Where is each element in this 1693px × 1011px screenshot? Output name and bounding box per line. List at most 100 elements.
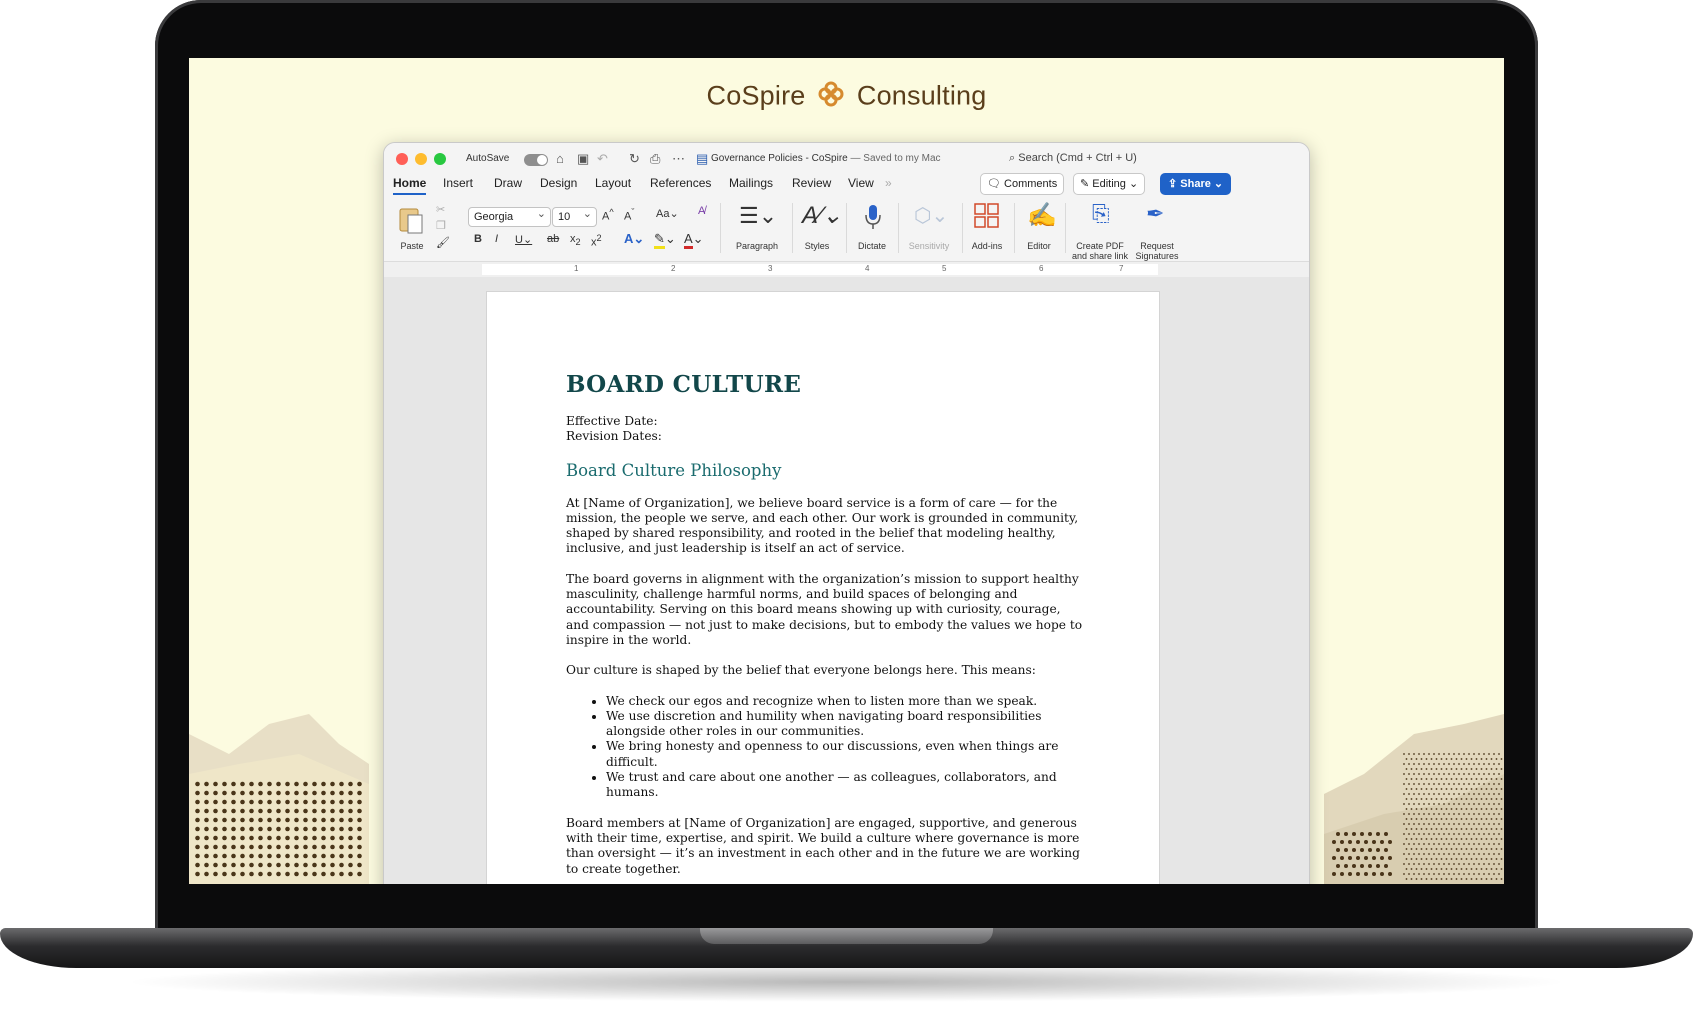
sensitivity-icon[interactable]: ⬡⌄ <box>914 203 948 228</box>
font-color-icon[interactable]: A⌄ <box>684 231 704 249</box>
format-painter-icon[interactable]: 🖌 <box>436 236 450 249</box>
comments-button[interactable]: 🗨 Comments <box>980 173 1065 195</box>
list-item: We trust and care about one another — as… <box>606 770 1086 801</box>
document-icon: ▤ <box>696 151 709 166</box>
laptop-shadow <box>120 962 1573 1002</box>
tab-references[interactable]: References <box>650 176 711 190</box>
more-icon[interactable]: ⋯ <box>672 151 685 167</box>
ribbon-separator <box>1065 203 1066 253</box>
paragraph-4: Board members at [Name of Organization] … <box>566 815 1080 876</box>
ribbon-separator <box>846 203 847 253</box>
font-name-select[interactable]: Georgia <box>468 205 551 227</box>
tab-mailings[interactable]: Mailings <box>729 176 773 190</box>
list-item: We bring honesty and openness to our dis… <box>606 739 1086 770</box>
autosave-label: AutoSave <box>466 153 510 164</box>
tab-review[interactable]: Review <box>792 176 831 190</box>
minimize-window-button[interactable] <box>415 153 427 165</box>
brand-header: CoSpire Consulting <box>189 80 1504 115</box>
ribbon-tabs: Home Insert Draw Design Layout Reference… <box>384 173 1309 199</box>
laptop-screen: CoSpire Consulting AutoSave ⌂ ▣ ↶ ↻ ⎙ ⋯ … <box>189 58 1504 884</box>
comment-icon: 🗨 <box>987 178 1001 190</box>
editor-icon[interactable]: ✍ <box>1027 201 1057 230</box>
document-title[interactable]: Governance Policies - CoSpire — Saved to… <box>711 153 941 164</box>
decoration-left <box>189 714 369 884</box>
share-button[interactable]: ⇪ Share ⌄ <box>1160 173 1232 195</box>
saved-status: — Saved to my Mac <box>850 153 941 164</box>
effective-date-line: Effective Date: <box>566 414 658 428</box>
change-case-icon[interactable]: Aa⌄ <box>656 207 679 220</box>
tab-home[interactable]: Home <box>393 176 427 195</box>
save-icon[interactable]: ▣ <box>577 151 589 167</box>
styles-icon[interactable]: A⁄⌄ <box>802 201 842 230</box>
bold-button[interactable]: B <box>474 233 482 245</box>
autosave-toggle[interactable] <box>524 154 548 166</box>
signature-icon[interactable]: ✒ <box>1146 201 1164 227</box>
ruler-number: 6 <box>1039 264 1044 273</box>
paste-icon[interactable] <box>396 205 426 235</box>
zoom-window-button[interactable] <box>434 153 446 165</box>
share-icon: ⇪ <box>1168 178 1178 190</box>
styles-label: Styles <box>804 241 830 251</box>
superscript-button[interactable]: x2 <box>591 233 602 249</box>
search-placeholder: Search (Cmd + Ctrl + U) <box>1018 152 1137 164</box>
paragraph-2: The board governs in alignment with the … <box>566 571 1083 647</box>
font-size-select[interactable]: 10 <box>552 205 597 227</box>
editing-button[interactable]: ✎ Editing ⌄ <box>1073 173 1146 195</box>
close-window-button[interactable] <box>396 153 408 165</box>
cut-icon[interactable]: ✂ <box>436 203 445 216</box>
grow-font-icon[interactable]: A^ <box>602 207 614 223</box>
brand-name-left: CoSpire <box>706 80 806 111</box>
home-icon[interactable]: ⌂ <box>556 151 564 166</box>
redo-icon[interactable]: ↻ <box>629 151 640 167</box>
tab-view[interactable]: View <box>848 176 874 190</box>
tab-draw[interactable]: Draw <box>494 176 522 190</box>
subscript-button[interactable]: x2 <box>570 233 581 247</box>
pencil-icon: ✎ <box>1080 178 1090 190</box>
ruler-number: 5 <box>942 264 947 273</box>
highlight-icon[interactable]: ✎⌄ <box>654 231 676 249</box>
document-page[interactable]: BOARD CULTURE Effective Date: Revision D… <box>486 291 1160 884</box>
create-pdf-icon[interactable]: ⎘ <box>1092 201 1110 227</box>
document-heading: BOARD CULTURE <box>566 371 802 398</box>
search-box[interactable]: ⌕ Search (Cmd + Ctrl + U) <box>1009 152 1137 165</box>
text-effects-icon[interactable]: A⌄ <box>624 231 644 247</box>
document-area[interactable]: BOARD CULTURE Effective Date: Revision D… <box>384 277 1309 884</box>
microphone-icon[interactable] <box>863 203 883 231</box>
shrink-font-icon[interactable]: Aˇ <box>624 207 634 223</box>
ruler-track <box>482 264 1158 275</box>
tab-design[interactable]: Design <box>540 176 577 190</box>
italic-button[interactable]: I <box>495 233 498 245</box>
document-body[interactable]: BOARD CULTURE Effective Date: Revision D… <box>566 372 1086 884</box>
editor-label: Editor <box>1027 241 1051 251</box>
ribbon-separator <box>962 203 963 253</box>
request-signatures-label: Request Signatures <box>1135 241 1179 261</box>
comments-label: Comments <box>1004 178 1058 190</box>
clear-formatting-icon[interactable]: A̸ <box>698 205 705 217</box>
more-tabs-icon[interactable]: » <box>885 176 892 190</box>
brand-name-right: Consulting <box>856 80 987 111</box>
underline-button[interactable]: U⌄ <box>515 233 532 246</box>
copy-icon[interactable]: ❐ <box>436 219 446 232</box>
ruler-number: 7 <box>1119 264 1124 273</box>
laptop-notch <box>700 928 993 944</box>
ribbon-separator <box>720 203 721 253</box>
create-pdf-label: Create PDF and share link <box>1071 241 1129 261</box>
strikethrough-button[interactable]: ab <box>547 233 559 245</box>
ruler-number: 2 <box>671 264 676 273</box>
list-item: We check our egos and recognize when to … <box>606 694 1086 709</box>
undo-icon[interactable]: ↶ <box>597 151 608 167</box>
tab-layout[interactable]: Layout <box>595 176 631 190</box>
ruler-number: 1 <box>574 264 579 273</box>
paragraph-icon[interactable]: ☰⌄ <box>739 203 777 229</box>
list-item: We use discretion and humility when navi… <box>606 709 1086 740</box>
search-icon: ⌕ <box>1009 152 1016 164</box>
tab-insert[interactable]: Insert <box>443 176 473 190</box>
ribbon-separator <box>1014 203 1015 253</box>
word-window: AutoSave ⌂ ▣ ↶ ↻ ⎙ ⋯ ▤ Governance Polici… <box>383 142 1310 884</box>
culture-bullet-list: We check our egos and recognize when to … <box>566 694 1086 801</box>
add-ins-label: Add-ins <box>971 241 1003 251</box>
document-name: Governance Policies - CoSpire <box>711 153 848 164</box>
add-ins-icon[interactable] <box>974 203 1000 229</box>
share-label: Share <box>1180 178 1211 190</box>
print-icon[interactable]: ⎙ <box>650 151 660 167</box>
